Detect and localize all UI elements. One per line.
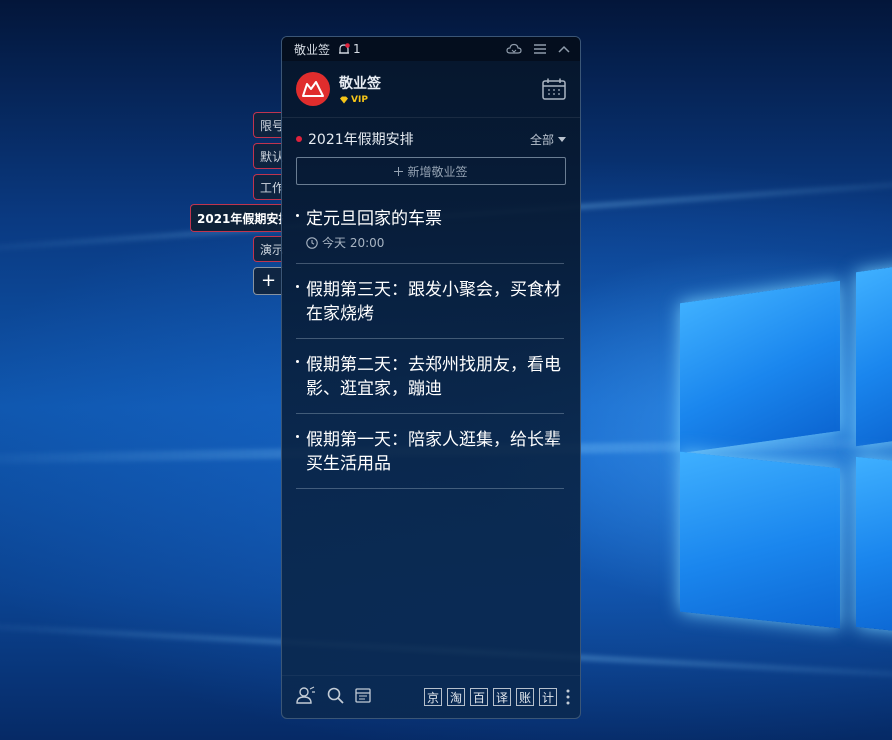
shortcut-ledger-button[interactable]: 账 [516,688,534,706]
search-icon[interactable] [327,687,344,708]
windows-logo-pane [680,451,840,629]
shortcut-jd-button[interactable]: 京 [424,688,442,706]
side-tab-limit[interactable]: 限号 [253,112,283,138]
calendar-button[interactable] [542,78,566,100]
cloud-sync-icon[interactable] [506,43,522,55]
shortcut-calculator-button[interactable]: 计 [539,688,557,706]
calendar-icon [542,78,566,100]
team-icon[interactable] [296,686,316,708]
filter-label: 全部 [529,132,554,147]
filter-dropdown[interactable]: 全部 [530,131,566,148]
note-text: 假期第三天：跟发小聚会，买食材在家烧烤 [306,280,561,324]
category-dot [296,136,302,142]
note-text: 假期第二天：去郑州找朋友，看电影、逛宜家，蹦迪 [306,355,561,399]
note-text: 假期第一天：陪家人逛集，给长辈买生活用品 [306,430,561,474]
app-title: 敬业签 [294,42,331,57]
windows-logo-pane [856,456,892,634]
new-note-label: 新增敬业签 [407,164,468,179]
vip-badge: VIP [339,95,381,105]
title-bar[interactable]: 敬业签 1 [282,37,580,61]
side-tab-holiday-2021[interactable]: 2021年假期安排 [190,204,283,232]
clock-icon [306,236,318,249]
list-item[interactable]: 假期第一天：陪家人逛集，给长辈买生活用品 [296,414,564,489]
avatar[interactable] [296,72,330,106]
diamond-icon [340,96,348,104]
note-panel: 敬业签 1 敬业签 VIP 2021年假期安排 全部 新增敬业签 定元旦回家的车… [281,36,581,719]
bottom-toolbar: 京 淘 百 译 账 计 [282,675,580,718]
bell-icon [339,42,350,54]
list-item[interactable]: 假期第二天：去郑州找朋友，看电影、逛宜家，蹦迪 [296,339,564,414]
side-tab-work[interactable]: 工作 [253,174,283,200]
shortcut-taobao-button[interactable]: 淘 [447,688,465,706]
category-header: 2021年假期安排 全部 [282,130,580,148]
user-name: 敬业签 [339,76,381,92]
side-tab-add-button[interactable]: + [253,267,283,295]
list-item[interactable]: 定元旦回家的车票 今天 20:00 [296,193,564,264]
profile-header: 敬业签 VIP [282,61,580,118]
side-tab-default[interactable]: 默认 [253,143,283,169]
notification-count: 1 [353,42,361,56]
more-options-icon[interactable] [566,689,570,705]
calendar-icon[interactable] [355,687,371,707]
note-reminder: 今天 20:00 [306,234,564,251]
new-note-button[interactable]: 新增敬业签 [296,157,566,185]
logo-icon [302,81,324,97]
plus-icon [394,166,404,176]
shortcut-translate-button[interactable]: 译 [493,688,511,706]
vip-label: VIP [351,95,368,105]
side-tab-demo[interactable]: 演示 [253,236,283,262]
menu-icon[interactable] [534,44,546,54]
note-list: 定元旦回家的车票 今天 20:00 假期第三天：跟发小聚会，买食材在家烧烤 假期… [282,193,580,489]
collapse-icon[interactable] [558,45,570,53]
note-time: 今天 20:00 [322,236,385,250]
notification-bell[interactable]: 1 [338,42,361,56]
list-item[interactable]: 假期第三天：跟发小聚会，买食材在家烧烤 [296,264,564,339]
note-text: 定元旦回家的车票 [306,209,442,229]
caret-down-icon [558,136,566,142]
shortcut-baidu-button[interactable]: 百 [470,688,488,706]
windows-logo-pane [680,280,840,454]
category-title: 2021年假期安排 [308,132,414,148]
windows-logo-pane [856,263,892,447]
